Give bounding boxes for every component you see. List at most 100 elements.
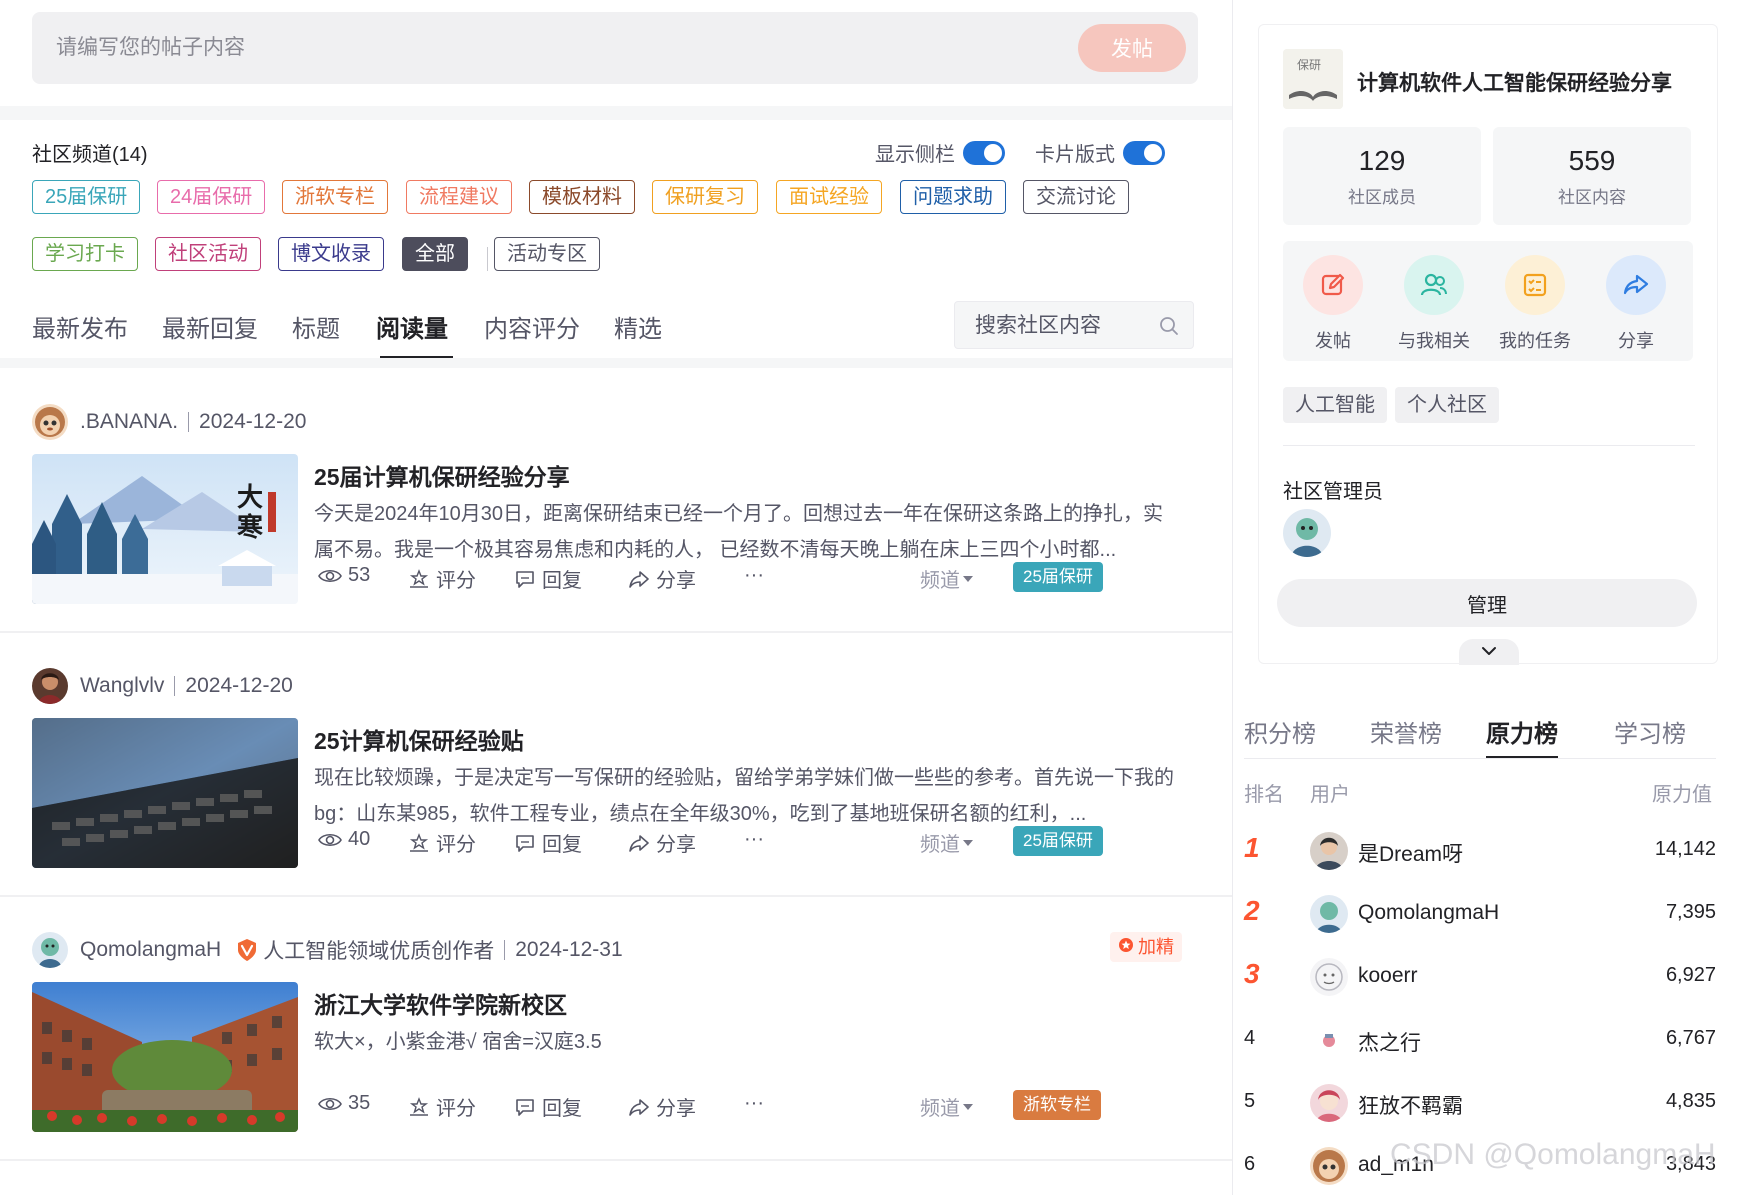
- channel-tag-review[interactable]: 保研复习: [652, 180, 758, 214]
- leaderboard-row[interactable]: 4 杰之行 6,767: [1244, 1019, 1716, 1063]
- channel-selector[interactable]: 频道: [920, 1092, 974, 1121]
- show-sidebar-toggle[interactable]: 显示侧栏: [875, 138, 1005, 167]
- author-avatar[interactable]: [32, 404, 68, 440]
- rate-button[interactable]: 评分: [408, 564, 476, 593]
- tab-views[interactable]: 阅读量: [376, 309, 448, 344]
- channel-tag-templates[interactable]: 模板材料: [529, 180, 635, 214]
- rate-button[interactable]: 评分: [408, 1092, 476, 1121]
- more-options[interactable]: ···: [744, 1092, 764, 1115]
- user-name[interactable]: 是Dream呀: [1358, 838, 1463, 868]
- post-item[interactable]: .BANANA. 2024-12-20 大 寒 25届计算机保研经验分享 今天是…: [0, 368, 1232, 631]
- channel-badge[interactable]: 浙软专栏: [1013, 1090, 1101, 1120]
- user-avatar[interactable]: [1310, 958, 1348, 996]
- post-item[interactable]: QomolangmaH 人工智能领域优质创作者 2024-12-31 加精 浙江…: [0, 896, 1232, 1159]
- admin-avatar[interactable]: [1283, 509, 1331, 557]
- post-item[interactable]: Wanglvlv 2024-12-20 25计算机保研经验贴 现在比较烦躁，于是…: [0, 632, 1232, 895]
- reply-button[interactable]: 回复: [514, 828, 582, 857]
- channel-selector[interactable]: 频道: [920, 564, 974, 593]
- post-title[interactable]: 浙江大学软件学院新校区: [314, 986, 567, 1020]
- community-title[interactable]: 计算机软件人工智能保研经验分享: [1357, 67, 1672, 97]
- community-logo[interactable]: 保研: [1283, 49, 1343, 109]
- more-options[interactable]: ···: [744, 828, 764, 851]
- user-avatar[interactable]: [1310, 832, 1348, 870]
- share-button[interactable]: 分享: [628, 564, 696, 593]
- post-excerpt[interactable]: 现在比较烦躁，于是决定写一写保研的经验贴，留给学弟学妹们做一些些的参考。首先说一…: [314, 760, 1178, 832]
- channel-tag-24-baoyan[interactable]: 24届保研: [157, 180, 266, 214]
- rate-button[interactable]: 评分: [408, 828, 476, 857]
- community-tag[interactable]: 个人社区: [1395, 387, 1499, 423]
- user-name[interactable]: 狂放不羁霸: [1358, 1090, 1463, 1120]
- tab-title[interactable]: 标题: [292, 309, 340, 344]
- channel-selector[interactable]: 频道: [920, 828, 974, 857]
- svg-text:寒: 寒: [237, 512, 263, 543]
- channel-badge[interactable]: 25届保研: [1013, 826, 1103, 856]
- post-content-input[interactable]: [56, 30, 956, 66]
- post-excerpt[interactable]: 软大×，小紫金港√ 宿舍=汉庭3.5: [314, 1024, 1178, 1060]
- post-thumbnail[interactable]: 大 寒: [32, 454, 298, 604]
- channel-badge[interactable]: 25届保研: [1013, 562, 1103, 592]
- leaderboard-row[interactable]: 2 QomolangmaH 7,395: [1244, 893, 1716, 937]
- post-thumbnail[interactable]: [32, 718, 298, 868]
- manage-button[interactable]: 管理: [1277, 579, 1697, 627]
- quick-share-button[interactable]: 分享: [1591, 255, 1681, 353]
- author-name[interactable]: Wanglvlv: [80, 674, 164, 698]
- channel-tag-process[interactable]: 流程建议: [406, 180, 512, 214]
- author-avatar[interactable]: [32, 932, 68, 968]
- reply-button[interactable]: 回复: [514, 564, 582, 593]
- share-button[interactable]: 分享: [628, 1092, 696, 1121]
- user-avatar[interactable]: [1310, 895, 1348, 933]
- toggle-switch[interactable]: [963, 140, 1005, 165]
- post-title[interactable]: 25计算机保研经验贴: [314, 722, 524, 756]
- quick-related-button[interactable]: 与我相关: [1389, 255, 1479, 353]
- post-thumbnail[interactable]: [32, 982, 298, 1132]
- tab-honor-rank[interactable]: 荣誉榜: [1370, 714, 1442, 749]
- toggle-switch[interactable]: [1123, 140, 1165, 165]
- quick-post-button[interactable]: 发帖: [1288, 255, 1378, 353]
- reply-button[interactable]: 回复: [514, 1092, 582, 1121]
- post-meta: Wanglvlv 2024-12-20: [32, 668, 293, 704]
- channel-tag-help[interactable]: 问题求助: [900, 180, 1006, 214]
- post-excerpt[interactable]: 今天是2024年10月30日，距离保研结束已经一个月了。回想过去一年在保研这条路…: [314, 496, 1178, 568]
- tab-latest-published[interactable]: 最新发布: [32, 309, 128, 344]
- tab-rating[interactable]: 内容评分: [484, 309, 580, 344]
- search-input[interactable]: [975, 311, 1150, 341]
- user-avatar[interactable]: [1310, 1084, 1348, 1122]
- boost-badge[interactable]: 加精: [1110, 932, 1182, 962]
- expand-button[interactable]: [1459, 639, 1519, 665]
- share-button[interactable]: 分享: [628, 828, 696, 857]
- more-options[interactable]: ···: [744, 564, 764, 587]
- tab-force-rank[interactable]: 原力榜: [1486, 714, 1558, 749]
- author-name[interactable]: QomolangmaH: [80, 938, 221, 962]
- leaderboard-row[interactable]: 1 是Dream呀 14,142: [1244, 830, 1716, 874]
- tab-points-rank[interactable]: 积分榜: [1244, 714, 1316, 749]
- author-avatar[interactable]: [32, 668, 68, 704]
- contents-stat[interactable]: 559 社区内容: [1493, 127, 1691, 225]
- channel-tag-checkin[interactable]: 学习打卡: [32, 237, 138, 271]
- user-name[interactable]: kooerr: [1358, 964, 1418, 988]
- channel-tag-zheruan[interactable]: 浙软专栏: [282, 180, 388, 214]
- tab-latest-reply[interactable]: 最新回复: [162, 309, 258, 344]
- members-stat[interactable]: 129 社区成员: [1283, 127, 1481, 225]
- post-title[interactable]: 25届计算机保研经验分享: [314, 458, 570, 492]
- channel-tag-discussion[interactable]: 交流讨论: [1023, 180, 1129, 214]
- user-avatar[interactable]: [1310, 1147, 1348, 1185]
- channel-tag-collected[interactable]: 博文收录: [278, 237, 384, 271]
- community-tag[interactable]: 人工智能: [1283, 387, 1387, 423]
- channel-tag-all[interactable]: 全部: [402, 237, 468, 271]
- search-icon[interactable]: [1159, 316, 1179, 341]
- channel-tag-events[interactable]: 社区活动: [155, 237, 261, 271]
- card-mode-toggle[interactable]: 卡片版式: [1035, 138, 1165, 167]
- channel-tag-activity-zone[interactable]: 活动专区: [494, 237, 600, 271]
- tab-study-rank[interactable]: 学习榜: [1614, 714, 1686, 749]
- channel-tag-interview[interactable]: 面试经验: [776, 180, 882, 214]
- channel-tag-25-baoyan[interactable]: 25届保研: [32, 180, 141, 214]
- author-name[interactable]: .BANANA.: [80, 410, 178, 434]
- post-button[interactable]: 发帖: [1078, 24, 1186, 72]
- user-name[interactable]: 杰之行: [1358, 1027, 1421, 1057]
- leaderboard-row[interactable]: 3 kooerr 6,927: [1244, 956, 1716, 1000]
- tab-featured[interactable]: 精选: [614, 309, 662, 344]
- leaderboard-row[interactable]: 5 狂放不羁霸 4,835: [1244, 1082, 1716, 1126]
- user-name[interactable]: QomolangmaH: [1358, 901, 1499, 925]
- quick-tasks-button[interactable]: 我的任务: [1490, 255, 1580, 353]
- user-avatar[interactable]: [1310, 1021, 1348, 1059]
